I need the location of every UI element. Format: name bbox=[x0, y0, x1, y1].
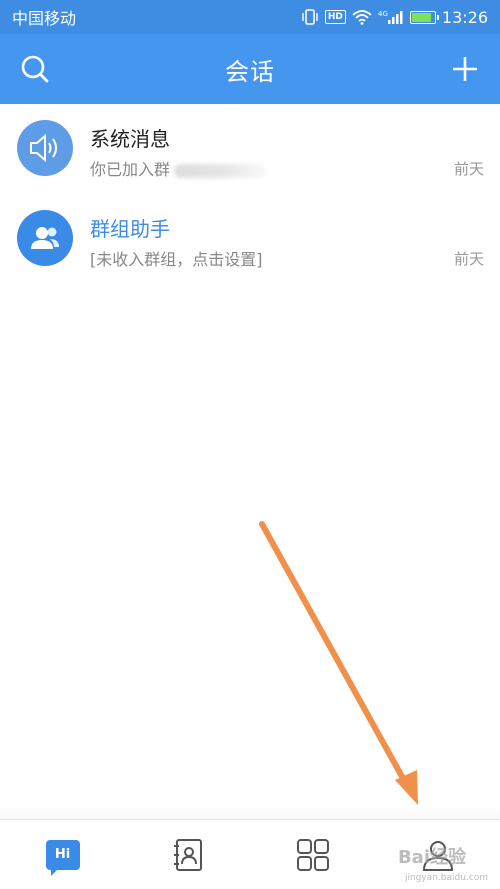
avatar bbox=[17, 120, 73, 176]
network-type: 4G bbox=[378, 10, 388, 18]
conversation-time: 前天 bbox=[453, 250, 484, 268]
conversation-preview: [未收入群组，点击设置] bbox=[90, 250, 263, 269]
hi-chat-icon: Hi bbox=[45, 839, 80, 876]
conversation-title: 群组助手 bbox=[90, 217, 170, 241]
clock: 13:26 bbox=[441, 7, 488, 27]
plus-icon[interactable] bbox=[450, 54, 480, 84]
wifi-icon bbox=[352, 9, 372, 25]
search-icon[interactable] bbox=[20, 54, 50, 84]
conversation-item-group-assistant[interactable]: 群组助手 [未收入群组，点击设置] 前天 bbox=[0, 194, 500, 284]
apps-grid-icon bbox=[296, 838, 329, 871]
tab-chats-label: Hi bbox=[54, 847, 71, 862]
tab-contacts[interactable] bbox=[125, 820, 250, 889]
avatar bbox=[17, 210, 73, 266]
tab-apps[interactable] bbox=[250, 820, 375, 889]
conversation-title: 系统消息 bbox=[90, 127, 170, 151]
battery-icon bbox=[409, 10, 439, 24]
nav-bar: 会话 bbox=[0, 34, 500, 104]
conversation-list: 系统消息 你已加入群 前天 群组助手 [未收入群组，点击设置] 前天 bbox=[0, 104, 500, 284]
signal-icon: 4G bbox=[378, 9, 404, 25]
conversation-time: 前天 bbox=[453, 160, 484, 178]
conversation-preview-text: 你已加入群 bbox=[90, 160, 171, 179]
speaker-icon bbox=[30, 133, 57, 163]
carrier-label: 中国移动 bbox=[12, 9, 77, 28]
watermark-url: jingyan.baidu.com bbox=[404, 873, 488, 883]
redacted-mask bbox=[174, 163, 267, 178]
hd-icon: HD bbox=[324, 10, 346, 24]
conversation-item-system[interactable]: 系统消息 你已加入群 前天 bbox=[0, 104, 500, 194]
page-title: 会话 bbox=[225, 57, 275, 86]
battery-level-fill bbox=[411, 12, 431, 22]
status-bar: 中国移动 HD 4G 13:26 bbox=[0, 0, 500, 34]
conversation-preview: 你已加入群 bbox=[90, 156, 267, 180]
watermark: Bai经验 bbox=[397, 847, 466, 868]
status-icons: HD 4G 13:26 bbox=[301, 8, 488, 27]
vibrate-icon bbox=[301, 9, 319, 25]
group-icon bbox=[31, 227, 59, 249]
contacts-icon bbox=[173, 838, 202, 871]
tab-chats[interactable]: Hi bbox=[0, 820, 125, 889]
tab-bar-shadow bbox=[0, 807, 500, 819]
